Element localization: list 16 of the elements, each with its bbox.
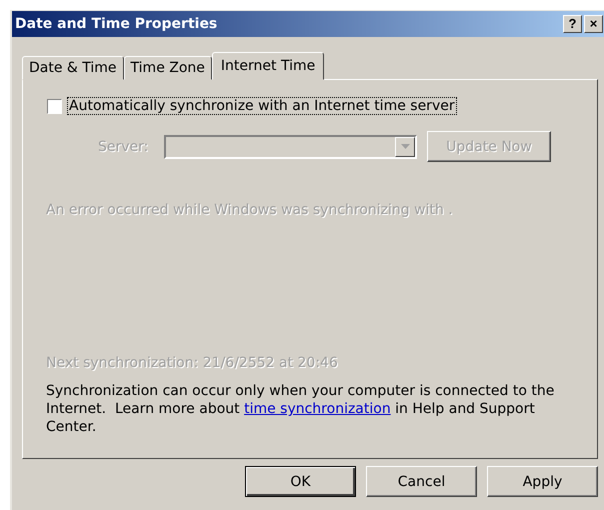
tab[interactable]: Date & Time: [22, 56, 124, 80]
tab[interactable]: Time Zone: [124, 56, 212, 80]
dialog-button[interactable]: Apply: [487, 466, 598, 497]
dialog-button[interactable]: Cancel: [366, 466, 477, 497]
help-link[interactable]: time synchronization: [244, 401, 391, 417]
checkbox-label[interactable]: Automatically synchronize with an Internet time server: [68, 98, 456, 114]
server-dropdown[interactable]: [164, 134, 417, 158]
close-button[interactable]: ×: [584, 15, 603, 33]
checkbox[interactable]: [47, 98, 62, 114]
tab[interactable]: Internet Time: [212, 52, 324, 80]
dropdown-button[interactable]: [395, 136, 415, 156]
dropdown-arrow-icon: [400, 144, 410, 149]
info-text: Synchronization can occur only when your computer is connected to the Internet. Learn more about time synchronization in Help and Support Center.: [46, 382, 556, 436]
dialog-button[interactable]: OK: [245, 466, 356, 497]
window-title: Date and Time Properties: [15, 16, 218, 32]
help-button[interactable]: ?: [563, 15, 582, 33]
